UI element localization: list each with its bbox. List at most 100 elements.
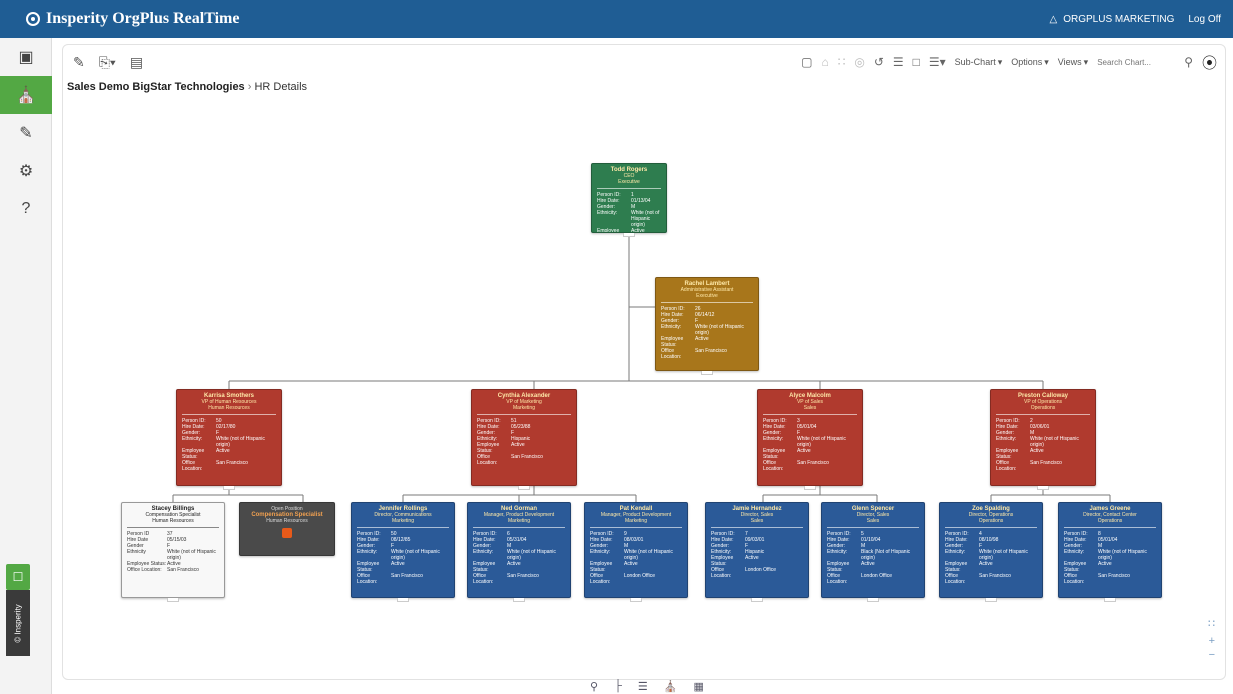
- edit-button[interactable]: ✎: [0, 114, 52, 152]
- help-button[interactable]: ?: [0, 190, 52, 228]
- field-row-ethnicity: Ethnicity: White (not of Hispanic origin): [597, 210, 661, 228]
- person-card[interactable]: Todd Rogers CEO Executive Person ID: 1 Hire D…: [591, 163, 667, 233]
- field-row-employee-status: Employee Status: Active: [996, 448, 1090, 460]
- person-department: Sales: [803, 405, 817, 411]
- field-value-employee-status: Active: [695, 336, 709, 342]
- field-value-employee-status: Active: [216, 448, 230, 454]
- card-divider: [661, 302, 753, 303]
- logoff-link[interactable]: Log Off: [1188, 14, 1221, 25]
- field-row-office-location: Office Location: San Francisco: [182, 460, 276, 472]
- field-label-ethnicity: Ethnicity: [127, 549, 146, 555]
- person-department: Executive: [696, 293, 718, 299]
- layout-icon: ▣: [18, 49, 34, 66]
- field-row-office-location: Office Location: London Office: [711, 567, 803, 579]
- field-value-office-location: San Francisco: [391, 573, 423, 579]
- tree-view-icon[interactable]: ├: [614, 680, 622, 693]
- field-value-ethnicity: White (not of Hispanic origin): [1098, 549, 1147, 561]
- org-view-icon[interactable]: ⛪: [664, 680, 678, 693]
- field-row-employee-status: Employee Status: Active: [945, 561, 1037, 573]
- expand-handle[interactable]: [513, 598, 525, 602]
- expand-handle[interactable]: [1104, 598, 1116, 602]
- settings-button[interactable]: ⚙: [0, 152, 52, 190]
- person-department: Marketing: [625, 518, 647, 524]
- expand-handle[interactable]: [630, 598, 642, 602]
- person-department: Marketing: [392, 518, 414, 524]
- field-label-office-location: Office Location:: [357, 573, 378, 585]
- person-card[interactable]: Jamie Hernandez Director, Sales Sales Perso…: [705, 502, 809, 598]
- user-menu[interactable]: △ ORGPLUS MARKETING: [1050, 14, 1175, 25]
- card-divider: [357, 527, 449, 528]
- person-card[interactable]: Karrisa Smothers VP of Human Resources Hum…: [176, 389, 282, 486]
- card-divider: [763, 414, 857, 415]
- field-value-office-location: San Francisco: [979, 573, 1011, 579]
- field-label-office-location: Office Location:: [711, 567, 732, 579]
- expand-handle[interactable]: [1037, 486, 1049, 490]
- person-card[interactable]: Preston Calloway VP of Operations Operatio…: [990, 389, 1096, 486]
- expand-handle[interactable]: [623, 233, 635, 237]
- field-label-employee-status: Employee Status:: [996, 448, 1019, 460]
- expand-handle[interactable]: [701, 371, 713, 375]
- search-view-icon[interactable]: ⚲: [590, 680, 598, 693]
- expand-handle[interactable]: [867, 598, 879, 602]
- field-label-ethnicity: Ethnicity:: [945, 549, 966, 555]
- field-label-office-location: Office Location:: [477, 454, 498, 466]
- chat-button[interactable]: ☐: [6, 564, 30, 590]
- person-card[interactable]: Zoe Spalding Director, Operations Operatio…: [939, 502, 1043, 598]
- zoom-in-button[interactable]: +: [1209, 635, 1215, 647]
- expand-handle[interactable]: [751, 598, 763, 602]
- brand: Insperity OrgPlus RealTime: [0, 10, 239, 28]
- field-row-ethnicity: Ethnicity: Black (Not of Hispanic origin): [827, 549, 919, 561]
- field-value-office-location: London Office: [861, 573, 893, 579]
- person-card[interactable]: Stacey Billings Compensation Specialist Hu…: [121, 502, 225, 598]
- person-card[interactable]: Alyce Malcolm VP of Sales Sales Person ID: 3…: [757, 389, 863, 486]
- person-card[interactable]: Jennifer Rollings Director, Communication…: [351, 502, 455, 598]
- person-card[interactable]: Pat Kendall Manager, Product Development M…: [584, 502, 688, 598]
- field-row-ethnicity: Ethnicity: White (not of Hispanic origin): [357, 549, 449, 561]
- expand-handle[interactable]: [167, 598, 179, 602]
- gears-icon: ⚙: [18, 163, 34, 180]
- person-department: Human Resources: [152, 518, 194, 524]
- person-department: Human Resources: [208, 405, 250, 411]
- field-row-ethnicity: Ethnicity: White (not of Hispanic origin): [945, 549, 1037, 561]
- user-icon: △: [1049, 13, 1058, 25]
- field-label-employee-status: Employee Status:: [590, 561, 613, 573]
- open-position-card[interactable]: Open Position Compensation Specialist Huma…: [239, 502, 335, 556]
- org-chart-button[interactable]: ⛪: [0, 76, 52, 114]
- user-name: ORGPLUS MARKETING: [1063, 13, 1175, 25]
- field-row-ethnicity: Ethnicity: White (not of Hispanic origin): [590, 549, 682, 561]
- list-view-icon[interactable]: ☰: [638, 680, 648, 693]
- layout-button[interactable]: ▣: [0, 38, 52, 76]
- fit-button[interactable]: ∷: [1208, 617, 1215, 630]
- person-card[interactable]: Cynthia Alexander VP of Marketing Marketin…: [471, 389, 577, 486]
- field-label-ethnicity: Ethnicity:: [182, 436, 203, 442]
- expand-handle[interactable]: [223, 486, 235, 490]
- zoom-out-icon: −: [1208, 649, 1215, 661]
- field-row-ethnicity: Ethnicity: White (not of Hispanic origin): [473, 549, 565, 561]
- card-divider: [597, 188, 661, 189]
- field-value-ethnicity: White (not of Hispanic origin): [631, 210, 660, 228]
- grid-view-icon[interactable]: ▦: [693, 680, 703, 693]
- expand-handle[interactable]: [518, 486, 530, 490]
- expand-handle[interactable]: [804, 486, 816, 490]
- field-label-office-location: Office Location:: [827, 573, 848, 585]
- field-label-ethnicity: Ethnicity:: [661, 324, 682, 330]
- org-chart: Todd Rogers CEO Executive Person ID: 1 Hire D…: [63, 45, 1225, 679]
- app-title: Insperity OrgPlus RealTime: [46, 10, 240, 27]
- field-row-employee-status: Employee Status: Active: [827, 561, 919, 573]
- zoom-out-button[interactable]: −: [1209, 649, 1215, 661]
- card-divider: [473, 527, 565, 528]
- field-value-office-location: San Francisco: [1030, 460, 1062, 466]
- field-value-office-location: San Francisco: [216, 460, 248, 466]
- person-card[interactable]: Ned Gorman Manager, Product Development Ma…: [467, 502, 571, 598]
- expand-handle[interactable]: [397, 598, 409, 602]
- field-label-ethnicity: Ethnicity:: [473, 549, 494, 555]
- expand-handle[interactable]: [985, 598, 997, 602]
- field-row-ethnicity: Ethnicity: White (not of Hispanic origin): [1064, 549, 1156, 561]
- field-value-employee-status: Active: [624, 561, 638, 567]
- person-card[interactable]: Glenn Spencer Director, Sales Sales Person …: [821, 502, 925, 598]
- field-value-office-location: San Francisco: [167, 567, 199, 573]
- person-card[interactable]: James Greene Director, Contact Center Oper…: [1058, 502, 1162, 598]
- person-card[interactable]: Rachel Lambert Administrative Assistant Ex…: [655, 277, 759, 371]
- field-value-employee-status: Active: [979, 561, 993, 567]
- field-label-employee-status: Employee Status:: [1064, 561, 1087, 573]
